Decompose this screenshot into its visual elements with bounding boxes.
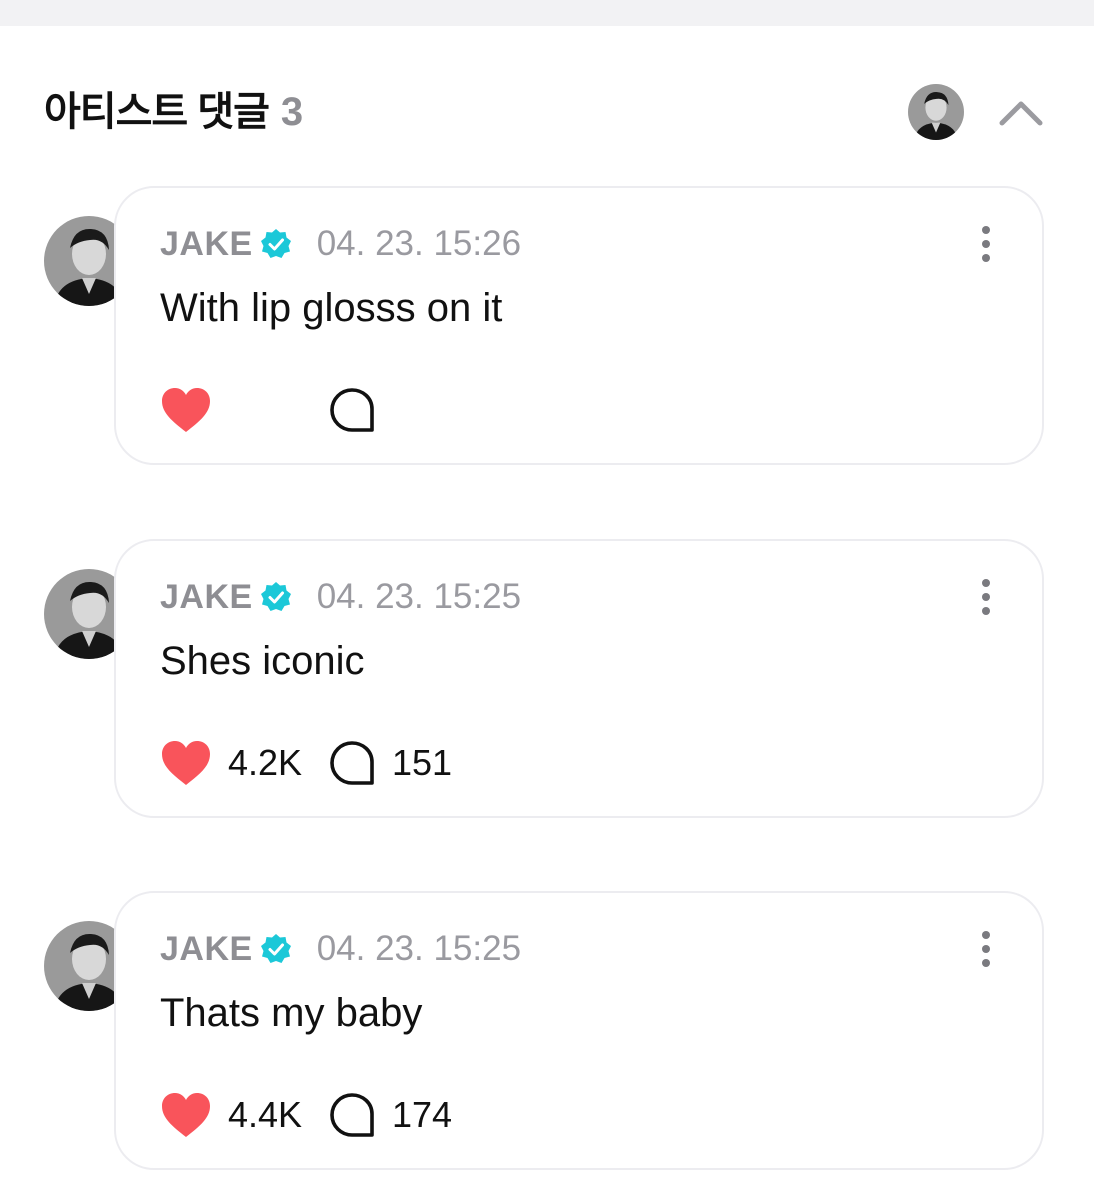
comment-text: Thats my baby: [160, 991, 423, 1035]
heart-icon: [162, 741, 210, 785]
more-vertical-icon: [982, 931, 990, 939]
comment-card: JAKE 04. 23. 15:25 Thats my baby 4.4K 17…: [114, 891, 1044, 1170]
verified-badge-icon: [260, 582, 291, 611]
reply-button[interactable]: [328, 384, 392, 436]
verified-badge-icon: [260, 934, 291, 963]
reply-button[interactable]: 151: [328, 737, 452, 789]
top-divider: [0, 0, 1094, 26]
more-dot: [982, 945, 990, 953]
like-count: 4.2K: [228, 742, 303, 783]
like-button[interactable]: 4.4K: [160, 1089, 302, 1141]
verified-badge-icon: [260, 229, 291, 258]
comment-author[interactable]: JAKE: [160, 225, 253, 264]
comment-item: JAKE 04. 23. 15:26 With lip glosss on it: [44, 186, 1050, 468]
speech-bubble-icon: [330, 388, 374, 432]
more-dot: [982, 607, 990, 615]
collapse-button[interactable]: [998, 90, 1044, 136]
like-button[interactable]: [160, 384, 228, 436]
comment-text: With lip glosss on it: [160, 286, 503, 330]
comment-card: JAKE 04. 23. 15:25 Shes iconic 4.2K 151: [114, 539, 1044, 818]
more-dot: [982, 240, 990, 248]
more-vertical-icon: [982, 579, 990, 587]
comment-card: JAKE 04. 23. 15:26 With lip glosss on it: [114, 186, 1044, 465]
heart-icon: [162, 388, 210, 432]
heart-icon: [162, 1093, 210, 1137]
speech-bubble-icon: [330, 741, 374, 785]
speech-bubble-icon: [330, 1093, 374, 1137]
more-options-button[interactable]: [974, 222, 998, 266]
comment-meta: JAKE 04. 23. 15:25: [160, 927, 521, 971]
comment-author[interactable]: JAKE: [160, 578, 253, 617]
comment-meta: JAKE 04. 23. 15:26: [160, 222, 521, 266]
comment-author[interactable]: JAKE: [160, 930, 253, 969]
comment-item: JAKE 04. 23. 15:25 Thats my baby 4.4K 17…: [44, 891, 1050, 1173]
more-dot: [982, 959, 990, 967]
more-options-button[interactable]: [974, 575, 998, 619]
artist-avatar[interactable]: [908, 84, 964, 140]
reply-count: 151: [392, 742, 453, 783]
chevron-up-icon: [999, 101, 1043, 126]
comment-timestamp: 04. 23. 15:25: [316, 577, 522, 616]
comment-item: JAKE 04. 23. 15:25 Shes iconic 4.2K 151: [44, 539, 1050, 821]
comment-text: Shes iconic: [160, 639, 365, 683]
reply-count: 174: [392, 1094, 453, 1135]
like-count: 4.4K: [228, 1094, 303, 1135]
comment-timestamp: 04. 23. 15:26: [316, 224, 522, 263]
more-options-button[interactable]: [974, 927, 998, 971]
comment-timestamp: 04. 23. 15:25: [316, 929, 522, 968]
more-dot: [982, 593, 990, 601]
section-title-label: 아티스트 댓글: [44, 90, 270, 134]
reply-button[interactable]: 174: [328, 1089, 452, 1141]
more-vertical-icon: [982, 226, 990, 234]
artist-comments-header: 아티스트 댓글 3: [44, 84, 1054, 140]
section-title: 아티스트 댓글 3: [44, 88, 303, 136]
comment-count: 3: [280, 90, 303, 134]
comment-meta: JAKE 04. 23. 15:25: [160, 575, 521, 619]
more-dot: [982, 254, 990, 262]
like-button[interactable]: 4.2K: [160, 737, 302, 789]
